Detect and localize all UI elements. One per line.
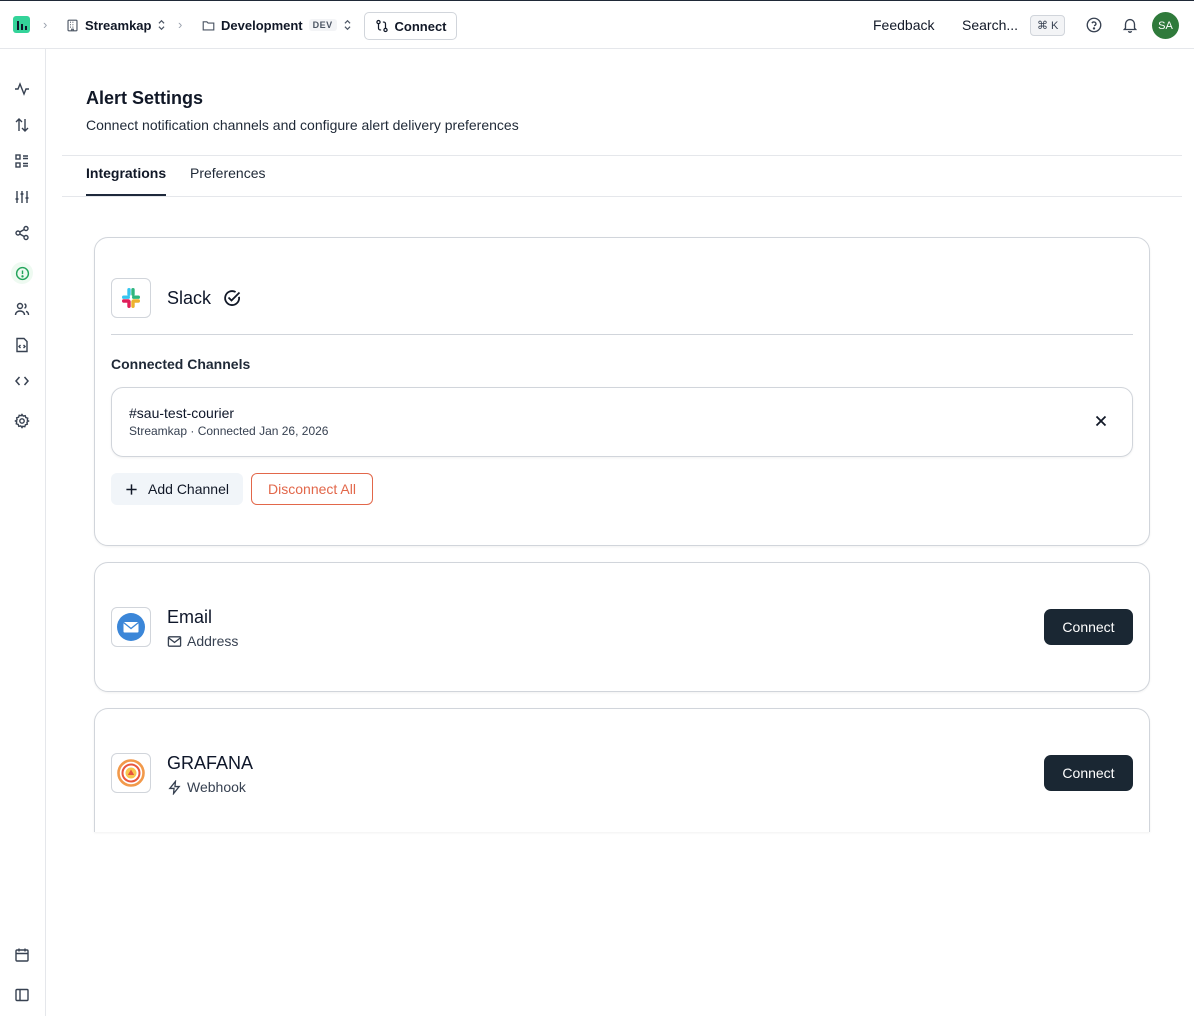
mail-icon xyxy=(167,635,182,647)
sidebar-item-calendar[interactable] xyxy=(11,944,33,966)
chevron-up-down-icon xyxy=(158,19,165,31)
add-channel-button[interactable]: Add Channel xyxy=(111,473,243,505)
plug-icon xyxy=(375,19,388,33)
grafana-type: Webhook xyxy=(167,779,246,795)
file-code-icon xyxy=(16,337,28,353)
alert-circle-icon xyxy=(15,266,29,280)
lightning-icon xyxy=(168,779,181,795)
slack-icon xyxy=(122,288,140,308)
plus-icon xyxy=(126,483,137,495)
sidebar xyxy=(0,49,46,1016)
grafana-type-label: Webhook xyxy=(187,779,246,795)
shortcut-key: K xyxy=(1051,19,1059,32)
command-key: ⌘ xyxy=(1037,20,1048,32)
arrows-up-down-icon xyxy=(15,118,29,132)
tab-integrations[interactable]: Integrations xyxy=(86,165,167,196)
building-icon xyxy=(67,19,78,31)
sidebar-item-settings-sliders[interactable] xyxy=(11,186,33,208)
grafana-title: GRAFANA xyxy=(167,753,254,773)
sidebar-item-topology[interactable] xyxy=(11,222,33,244)
bell-icon[interactable] xyxy=(1121,16,1139,34)
streamkap-logo[interactable] xyxy=(13,16,30,33)
email-connect-button[interactable]: Connect xyxy=(1044,609,1133,645)
sliders-icon xyxy=(15,191,29,203)
activity-icon xyxy=(15,82,29,96)
email-type: Address xyxy=(167,633,238,649)
tab-preferences[interactable]: Preferences xyxy=(190,165,265,196)
sidebar-item-alerts[interactable] xyxy=(11,262,33,284)
org-name: Streamkap xyxy=(85,17,152,33)
sidebar-item-settings[interactable] xyxy=(11,410,33,432)
sidebar-item-dashboard[interactable] xyxy=(11,150,33,172)
breadcrumb-separator: › xyxy=(178,17,183,32)
chevron-up-down-icon xyxy=(344,19,351,31)
sidebar-item-users[interactable] xyxy=(11,298,33,320)
connect-button-label: Connect xyxy=(394,18,447,34)
org-switcher[interactable]: Streamkap xyxy=(66,15,166,35)
connect-button[interactable]: Connect xyxy=(364,12,457,40)
calendar-icon xyxy=(15,948,29,962)
folder-icon xyxy=(202,20,215,31)
share-nodes-icon xyxy=(15,225,29,241)
help-icon[interactable] xyxy=(1085,16,1103,34)
sidebar-item-api[interactable] xyxy=(11,370,33,392)
slack-title: Slack xyxy=(167,288,212,308)
email-type-label: Address xyxy=(187,633,239,649)
check-circle-icon xyxy=(224,290,241,306)
email-integration-card: Email Address Connect xyxy=(94,562,1150,692)
envelope-brand-icon xyxy=(117,613,145,641)
sidebar-item-files[interactable] xyxy=(11,334,33,356)
top-bar: › Streamkap › Development DEV Connect Fe… xyxy=(0,0,1194,49)
users-icon xyxy=(14,302,30,316)
gear-icon xyxy=(14,413,30,429)
environment-switcher[interactable]: Development DEV xyxy=(202,15,352,35)
breadcrumb-separator: › xyxy=(43,17,48,32)
slack-integration-card: Slack Connected Channels #sau-test-couri… xyxy=(94,237,1150,546)
grafana-logo xyxy=(111,753,151,793)
environment-badge: DEV xyxy=(308,19,337,31)
email-logo xyxy=(111,607,151,647)
connected-channels-label: Connected Channels xyxy=(111,356,251,372)
channel-row: #sau-test-courier Streamkap · Connected … xyxy=(111,387,1133,457)
grafana-connect-button[interactable]: Connect xyxy=(1044,755,1133,791)
remove-channel-icon[interactable] xyxy=(1094,414,1108,428)
list-grid-icon xyxy=(15,154,28,168)
sidebar-toggle-icon xyxy=(15,988,29,1002)
channel-meta: Streamkap · Connected Jan 26, 2026 xyxy=(129,424,329,438)
channel-name: #sau-test-courier xyxy=(129,405,235,421)
environment-name: Development xyxy=(221,17,303,33)
sidebar-item-pipelines[interactable] xyxy=(11,114,33,136)
feedback-link[interactable]: Feedback xyxy=(873,17,934,33)
search-shortcut: ⌘ K xyxy=(1030,15,1066,36)
sidebar-toggle-button[interactable] xyxy=(11,984,33,1006)
add-channel-label: Add Channel xyxy=(148,481,229,497)
grafana-integration-card: GRAFANA Webhook Connect xyxy=(94,708,1150,832)
sidebar-item-activity[interactable] xyxy=(11,78,33,100)
grafana-icon xyxy=(117,759,145,787)
page-title: Alert Settings xyxy=(86,88,204,108)
disconnect-all-button[interactable]: Disconnect All xyxy=(251,473,373,505)
slack-logo xyxy=(111,278,151,318)
header-divider xyxy=(62,155,1182,156)
search-trigger[interactable]: Search... xyxy=(962,17,1018,33)
email-title: Email xyxy=(167,607,213,627)
tabs-divider xyxy=(62,196,1182,197)
page-subtitle: Connect notification channels and config… xyxy=(86,117,519,133)
code-icon xyxy=(15,376,29,386)
user-avatar[interactable]: SA xyxy=(1152,12,1179,39)
slack-divider xyxy=(111,334,1133,335)
